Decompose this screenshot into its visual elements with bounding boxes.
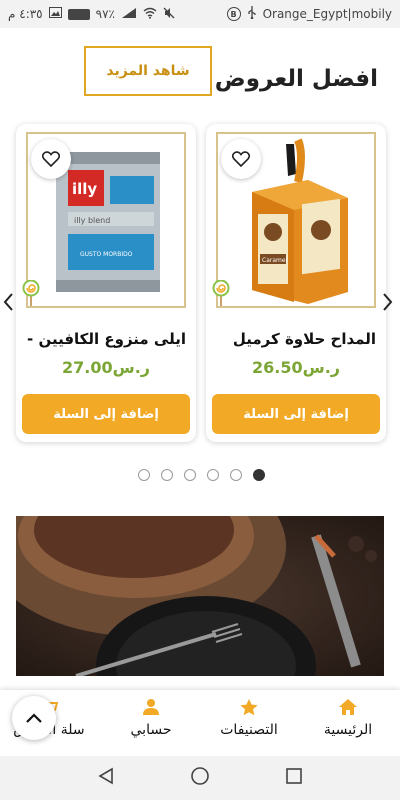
favorite-heart-button[interactable] [221,139,261,179]
carousel-next-arrow[interactable] [382,292,396,312]
section-title: افضل العروض [214,66,378,92]
gallery-icon [48,7,62,21]
wifi-icon [143,7,157,22]
svg-text:illy: illy [72,180,97,198]
carrier-name: Orange_Egypt|mobily [262,7,392,21]
lollipop-icon [22,280,40,306]
price-currency: ر.س [302,358,340,377]
promo-banner-image[interactable] [16,516,384,676]
user-icon [143,699,159,715]
chevron-up-icon [26,713,42,723]
lollipop-icon [212,280,230,306]
product-card[interactable]: Caramel المداح حلاوة كرميل ر.س26.50 إضاف… [206,124,386,442]
chevron-right-icon [383,293,393,311]
favorite-heart-button[interactable] [31,139,71,179]
heart-icon [232,151,250,167]
status-bar: ٤:٣٥ م ٩٧٪ B Orange_Egypt|mobily [0,0,400,28]
carousel-dot[interactable] [207,469,219,481]
chevron-left-icon [3,293,13,311]
home-system-button[interactable] [190,766,210,790]
nav-home[interactable]: الرئيسية [303,698,393,738]
nav-account[interactable]: حسابي [106,698,196,738]
svg-text:Caramel: Caramel [262,257,288,264]
recents-square-icon [285,768,302,784]
back-button[interactable] [97,767,115,789]
nav-home-label: الرئيسية [323,722,373,738]
carousel-dot[interactable] [184,469,196,481]
product-name[interactable]: المداح حلاوة كرميل [212,330,376,348]
nav-account-label: حسابي [130,722,172,738]
usb-icon [247,6,257,22]
b-app-icon: B [226,7,241,21]
status-time: ٤:٣٥ م [8,7,43,21]
star-icon [240,699,258,716]
bottom-navigation: الرئيسية التصنيفات حسابي سلة التسوق [0,690,400,756]
carousel-pagination [138,469,265,481]
signal-icon [121,7,137,22]
heart-icon [42,151,60,167]
carousel-dot-active[interactable] [253,469,265,481]
nav-categories[interactable]: التصنيفات [204,698,294,738]
product-card[interactable]: illy illy blend GUSTO MORBIDO ايلى منزوع… [16,124,196,442]
price-currency: ر.س [112,358,150,377]
recents-button[interactable] [285,767,303,789]
carousel-prev-arrow[interactable] [2,292,16,312]
battery-icon [67,8,90,20]
price-value: 27.00 [62,358,113,377]
system-navigation-bar [0,756,400,800]
carousel-dot[interactable] [138,469,150,481]
product-price: ر.س27.00 [16,358,196,377]
home-icon [339,699,357,715]
see-more-button[interactable]: شاهد المزيد [84,46,212,96]
add-to-cart-button[interactable]: إضافة إلى السلة [212,394,380,434]
nav-categories-label: التصنيفات [220,722,278,738]
back-triangle-icon [98,767,114,785]
product-name[interactable]: ايلى منزوع الكافيين - بن [22,330,186,348]
carousel-dot[interactable] [230,469,242,481]
offers-carousel[interactable]: Caramel المداح حلاوة كرميل ر.س26.50 إضاف… [0,120,400,450]
carousel-dot[interactable] [161,469,173,481]
mute-icon [163,7,175,22]
price-value: 26.50 [252,358,303,377]
home-circle-icon [191,767,209,785]
product-price: ر.س26.50 [206,358,386,377]
add-to-cart-button[interactable]: إضافة إلى السلة [22,394,190,434]
scroll-to-top-button[interactable] [12,696,56,740]
svg-text:illy blend: illy blend [74,216,110,225]
svg-text:GUSTO MORBIDO: GUSTO MORBIDO [80,251,133,258]
battery-percent: ٩٧٪ [95,7,115,21]
